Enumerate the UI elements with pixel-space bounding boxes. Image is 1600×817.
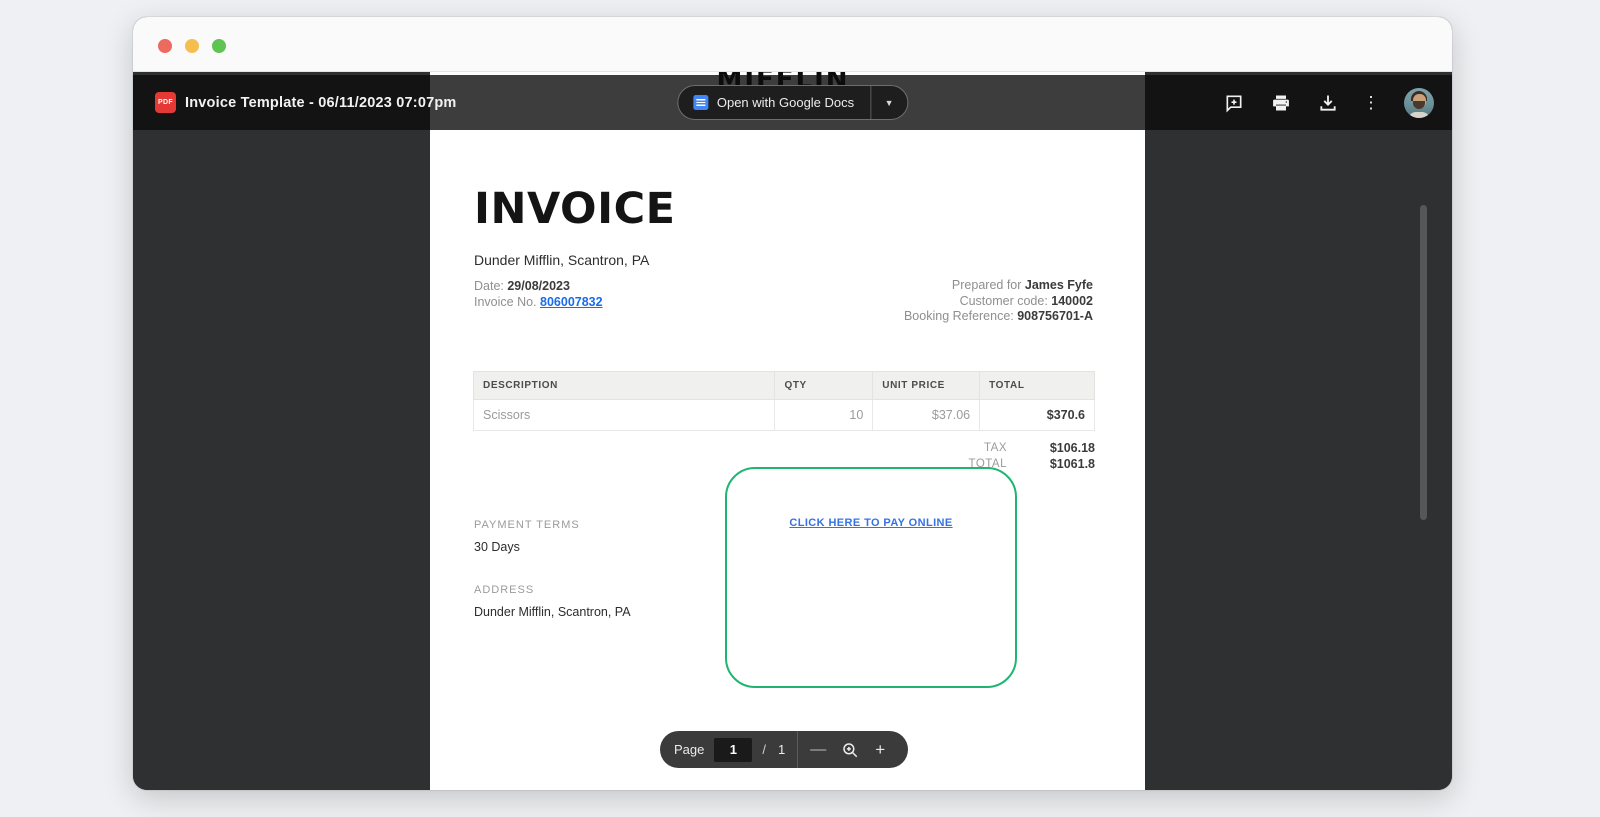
- pdf-viewer: MIFFLIN INC INVOICE Dunder Mifflin, Scan…: [133, 72, 1452, 790]
- invoice-number-link[interactable]: 806007832: [540, 295, 603, 309]
- magnifier-zoom-icon: [843, 742, 858, 757]
- browser-window: MIFFLIN INC INVOICE Dunder Mifflin, Scan…: [133, 17, 1452, 790]
- download-button[interactable]: [1318, 93, 1338, 113]
- booking-ref-line: Booking Reference: 908756701-A: [904, 309, 1093, 325]
- pay-online-highlight-box: CLICK HERE TO PAY ONLINE: [725, 467, 1017, 688]
- avatar-beard: [1413, 100, 1425, 109]
- page-separator: /: [762, 742, 766, 757]
- header-description: DESCRIPTION: [472, 371, 776, 400]
- invoice-company-line: Dunder Mifflin, Scantron, PA: [474, 252, 650, 268]
- address-label: ADDRESS: [474, 584, 535, 596]
- total-pages: 1: [778, 742, 786, 757]
- pay-online-link[interactable]: CLICK HERE TO PAY ONLINE: [727, 517, 1015, 529]
- open-with-label: Open with Google Docs: [716, 95, 855, 110]
- controls-divider: [797, 731, 799, 768]
- user-avatar[interactable]: [1404, 87, 1434, 118]
- tax-label: TAX: [983, 442, 1007, 454]
- fullscreen-window-button[interactable]: [212, 39, 226, 53]
- open-with-dropdown-caret[interactable]: ▼: [870, 86, 907, 119]
- add-comment-icon: [1226, 95, 1242, 113]
- toolbar-actions: ⋮: [1224, 75, 1434, 130]
- page-number-input[interactable]: [714, 737, 753, 762]
- booking-ref-label: Booking Reference:: [903, 309, 1018, 323]
- customer-code-line: Customer code: 140002: [904, 294, 1093, 310]
- header-unit-price: UNIT PRICE: [872, 371, 981, 400]
- cell-unit-price: $37.06: [872, 399, 981, 431]
- add-comment-button[interactable]: [1224, 93, 1244, 113]
- zoom-lens-button[interactable]: [841, 741, 859, 759]
- cell-description: Scissors: [472, 399, 776, 431]
- google-docs-icon: [692, 95, 708, 110]
- invoice-no-label: Invoice No.: [474, 295, 541, 309]
- table-header-row: DESCRIPTION QTY UNIT PRICE TOTAL: [472, 371, 1095, 400]
- company-logo-suffix: INC: [851, 72, 867, 73]
- prepared-for-line: Prepared for James Fyfe: [904, 278, 1093, 294]
- avatar-shirt: [1408, 111, 1430, 118]
- address-value: Dunder Mifflin, Scantron, PA: [474, 605, 631, 619]
- zoom-in-button[interactable]: +: [873, 740, 887, 760]
- header-qty: QTY: [774, 371, 874, 400]
- tax-value: $106.18: [1049, 441, 1095, 455]
- tax-row: TAX $106.18: [969, 441, 1095, 457]
- chevron-down-icon: ▼: [884, 97, 894, 108]
- customer-code-label: Customer code:: [959, 293, 1052, 308]
- prepared-for-label: Prepared for: [951, 278, 1025, 292]
- download-icon: [1320, 95, 1336, 111]
- minimize-window-button[interactable]: [185, 39, 199, 53]
- table-row: Scissors 10 $37.06 $370.6: [472, 399, 1095, 431]
- invoice-title: INVOICE: [474, 184, 676, 234]
- pdf-toolbar: PDF Invoice Template - 06/11/2023 07:07p…: [133, 75, 1452, 130]
- macos-titlebar: [133, 17, 1452, 72]
- page-label: Page: [674, 742, 705, 757]
- total-value: $1061.8: [1049, 456, 1095, 471]
- scrollbar-thumb[interactable]: [1420, 205, 1427, 520]
- invoice-date-line: Date: 29/08/2023: [474, 278, 603, 294]
- line-items-table: DESCRIPTION QTY UNIT PRICE TOTAL Scissor…: [472, 371, 1095, 431]
- date-label: Date:: [474, 279, 508, 293]
- date-value: 29/08/2023: [507, 279, 570, 293]
- file-title: Invoice Template - 06/11/2023 07:07pm: [185, 94, 457, 111]
- zoom-out-button[interactable]: —: [810, 741, 826, 759]
- more-options-button[interactable]: ⋮: [1363, 93, 1380, 113]
- print-button[interactable]: [1271, 93, 1291, 113]
- pdf-file-icon: PDF: [155, 92, 176, 113]
- customer-code-value: 140002: [1051, 293, 1093, 308]
- page-controls-bar: Page / 1 — +: [660, 731, 908, 768]
- header-total: TOTAL: [979, 371, 1095, 400]
- open-with-google-docs-main[interactable]: Open with Google Docs: [678, 86, 870, 119]
- booking-ref-value: 908756701-A: [1017, 309, 1093, 323]
- cell-qty: 10: [774, 399, 874, 431]
- pdf-page: MIFFLIN INC INVOICE Dunder Mifflin, Scan…: [430, 72, 1145, 790]
- payment-terms-value: 30 Days: [474, 540, 520, 554]
- invoice-number-line: Invoice No. 806007832: [474, 294, 603, 310]
- invoice-meta-left: Date: 29/08/2023 Invoice No. 806007832: [474, 278, 603, 310]
- printer-icon: [1273, 95, 1289, 110]
- open-with-google-docs-button[interactable]: Open with Google Docs ▼: [676, 85, 909, 120]
- cell-total: $370.6: [979, 399, 1095, 431]
- prepared-for-value: James Fyfe: [1024, 278, 1093, 292]
- payment-terms-label: PAYMENT TERMS: [474, 519, 580, 531]
- invoice-meta-right: Prepared for James Fyfe Customer code: 1…: [904, 278, 1093, 325]
- close-window-button[interactable]: [158, 39, 172, 53]
